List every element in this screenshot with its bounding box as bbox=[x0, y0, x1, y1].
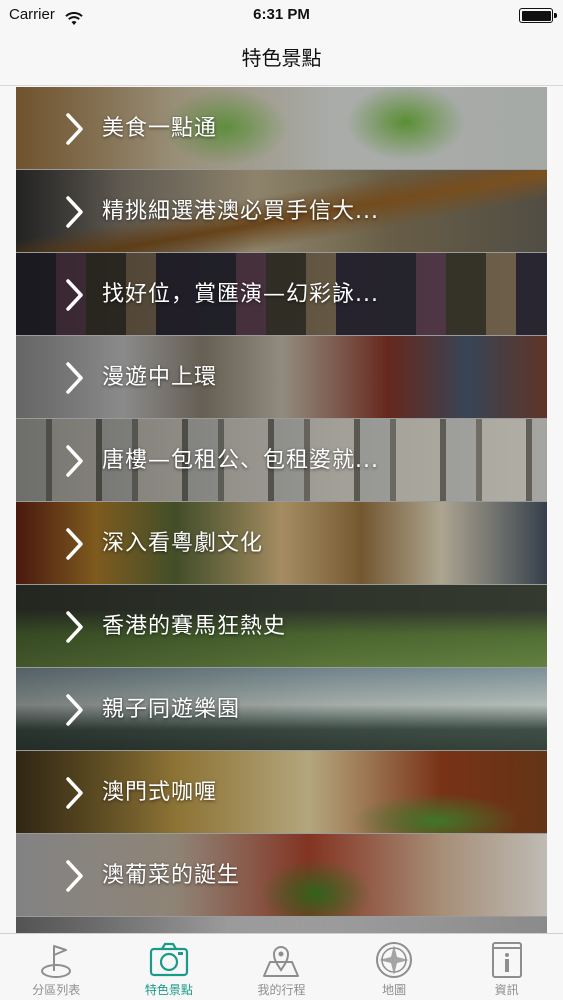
chevron-right-icon bbox=[64, 859, 86, 893]
tab-label: 地圖 bbox=[382, 983, 407, 997]
camera-icon bbox=[148, 940, 190, 980]
list-item[interactable]: 澳門式咖喱 bbox=[16, 751, 547, 834]
chevron-right-icon bbox=[64, 444, 86, 478]
list-item[interactable]: 找好位，賞匯演—幻彩詠... bbox=[16, 253, 547, 336]
app-screen: Carrier 6:31 PM 特色景點 美食一點通 精挑細選港澳必買手信大..… bbox=[0, 0, 563, 1000]
tab-label: 資訊 bbox=[494, 983, 519, 997]
map-pin-icon bbox=[260, 940, 302, 980]
list-item[interactable]: 親子同遊樂園 bbox=[16, 668, 547, 751]
chevron-right-icon bbox=[64, 693, 86, 727]
tab-bar: 分區列表 特色景點 我的行程 地圖 資訊 bbox=[0, 933, 563, 1000]
list-item[interactable]: 美食一點通 bbox=[16, 87, 547, 170]
list-item-label: 唐樓—包租公、包租婆就... bbox=[102, 448, 379, 473]
tab-map[interactable]: 地圖 bbox=[338, 934, 451, 1000]
list-item[interactable]: 深入看粵劇文化 bbox=[16, 502, 547, 585]
list-item[interactable]: 澳葡菜的誕生 bbox=[16, 834, 547, 917]
navigation-bar: 特色景點 bbox=[0, 30, 563, 86]
compass-icon bbox=[373, 940, 415, 980]
clock: 6:31 PM bbox=[253, 6, 310, 23]
list-item[interactable]: 精挑細選港澳必買手信大... bbox=[16, 170, 547, 253]
list-item-label: 深入看粵劇文化 bbox=[102, 531, 264, 556]
tab-my-itinerary[interactable]: 我的行程 bbox=[225, 934, 338, 1000]
list-item-label: 漫遊中上環 bbox=[102, 365, 218, 390]
chevron-right-icon bbox=[64, 112, 86, 146]
flag-map-icon bbox=[35, 940, 77, 980]
tab-label: 特色景點 bbox=[144, 983, 193, 997]
chevron-right-icon bbox=[64, 610, 86, 644]
list-item-label: 找好位，賞匯演—幻彩詠... bbox=[102, 282, 379, 307]
tab-featured-spots[interactable]: 特色景點 bbox=[113, 934, 226, 1000]
feature-list[interactable]: 美食一點通 精挑細選港澳必買手信大... 找好位，賞匯演—幻彩詠... 漫遊中上… bbox=[16, 87, 547, 933]
battery-icon bbox=[519, 8, 557, 23]
chevron-right-icon bbox=[64, 195, 86, 229]
list-item-label: 美食一點通 bbox=[102, 116, 218, 141]
tab-label: 分區列表 bbox=[32, 983, 81, 997]
list-item[interactable]: 香港的賽馬狂熱史 bbox=[16, 585, 547, 668]
tab-info[interactable]: 資訊 bbox=[450, 934, 563, 1000]
chevron-right-icon bbox=[64, 776, 86, 810]
info-icon bbox=[486, 940, 528, 980]
list-item-label: 精挑細選港澳必買手信大... bbox=[102, 199, 379, 224]
list-item-label: 澳門式咖喱 bbox=[102, 780, 218, 805]
tab-district-list[interactable]: 分區列表 bbox=[0, 934, 113, 1000]
list-item-label: 香港的賽馬狂熱史 bbox=[102, 614, 287, 639]
chevron-right-icon bbox=[64, 527, 86, 561]
tab-label: 我的行程 bbox=[257, 983, 306, 997]
list-item-partial[interactable] bbox=[16, 917, 547, 933]
list-item-label: 親子同遊樂園 bbox=[102, 697, 241, 722]
chevron-right-icon bbox=[64, 361, 86, 395]
list-item[interactable]: 唐樓—包租公、包租婆就... bbox=[16, 419, 547, 502]
page-title: 特色景點 bbox=[241, 46, 322, 70]
chevron-right-icon bbox=[64, 278, 86, 312]
status-bar: Carrier 6:31 PM bbox=[0, 0, 563, 30]
list-item[interactable]: 漫遊中上環 bbox=[16, 336, 547, 419]
list-item-label: 澳葡菜的誕生 bbox=[102, 863, 241, 888]
